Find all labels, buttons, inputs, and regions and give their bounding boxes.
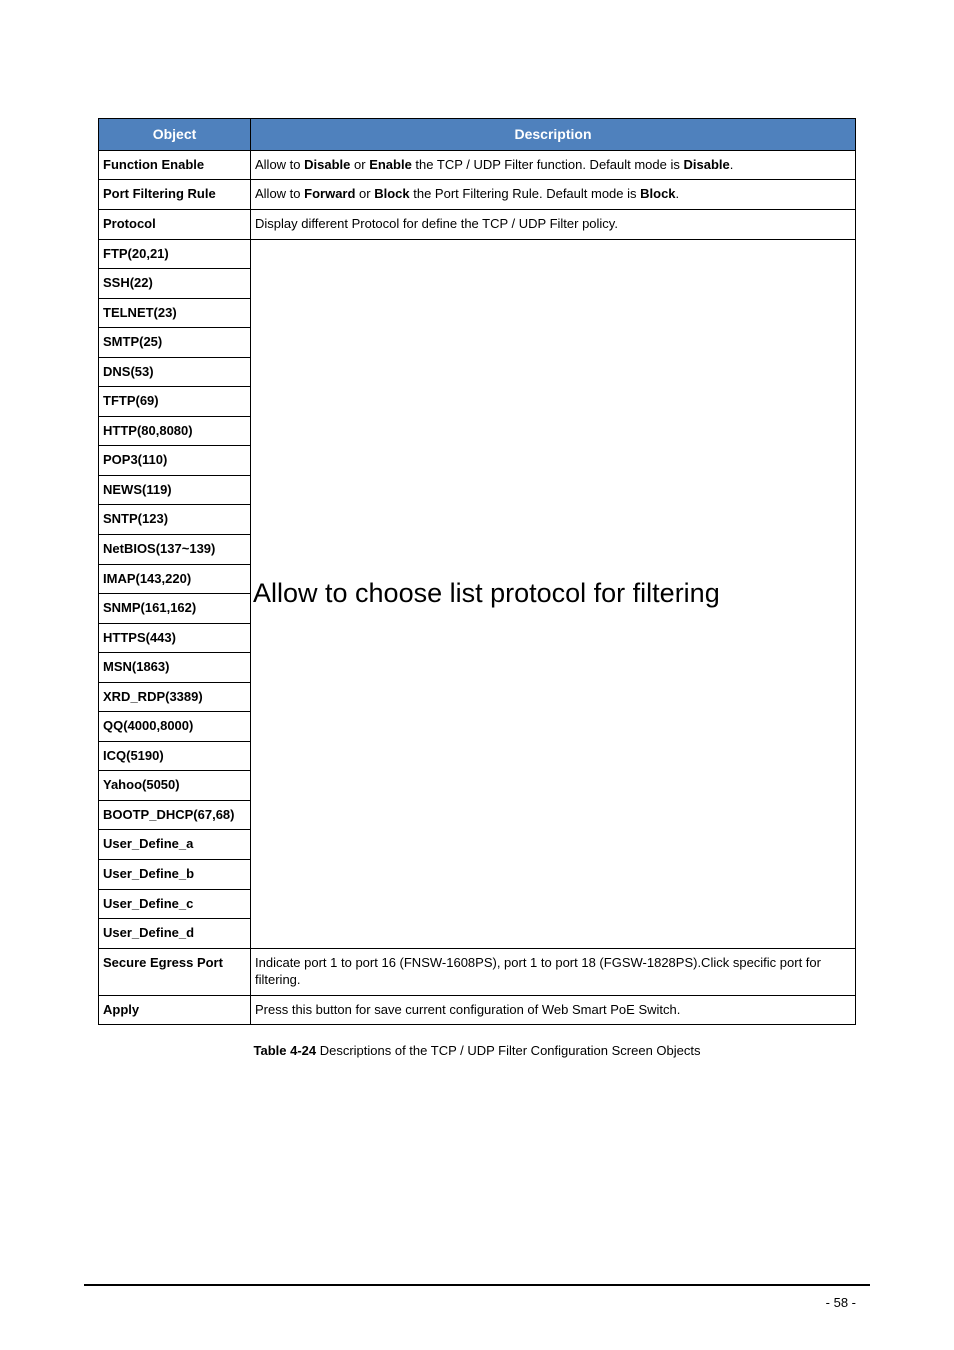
page-number: - 58 - bbox=[826, 1295, 856, 1310]
protocol-cell: NEWS(119) bbox=[99, 475, 251, 505]
protocol-cell: MSN(1863) bbox=[99, 653, 251, 683]
protocol-cell: User_Define_d bbox=[99, 919, 251, 949]
table-row: FTP(20,21)Allow to choose list protocol … bbox=[99, 239, 856, 269]
table-caption: Table 4-24 Descriptions of the TCP / UDP… bbox=[98, 1043, 856, 1058]
protocol-cell: TFTP(69) bbox=[99, 387, 251, 417]
protocol-cell: User_Define_b bbox=[99, 860, 251, 890]
protocol-cell: User_Define_c bbox=[99, 889, 251, 919]
description-cell: Allow to Disable or Enable the TCP / UDP… bbox=[251, 150, 856, 180]
description-cell: Allow to Forward or Block the Port Filte… bbox=[251, 180, 856, 210]
caption-rest: Descriptions of the TCP / UDP Filter Con… bbox=[316, 1043, 700, 1058]
object-cell: Port Filtering Rule bbox=[99, 180, 251, 210]
protocol-cell: QQ(4000,8000) bbox=[99, 712, 251, 742]
description-cell: Press this button for save current confi… bbox=[251, 995, 856, 1025]
page-content: ObjectDescriptionFunction EnableAllow to… bbox=[0, 0, 954, 1058]
table-row: Port Filtering RuleAllow to Forward or B… bbox=[99, 180, 856, 210]
protocol-cell: NetBIOS(137~139) bbox=[99, 535, 251, 565]
protocol-cell: BOOTP_DHCP(67,68) bbox=[99, 800, 251, 830]
table-row: ApplyPress this button for save current … bbox=[99, 995, 856, 1025]
protocol-cell: ICQ(5190) bbox=[99, 741, 251, 771]
protocol-cell: FTP(20,21) bbox=[99, 239, 251, 269]
object-cell: Apply bbox=[99, 995, 251, 1025]
protocol-cell: TELNET(23) bbox=[99, 298, 251, 328]
description-cell: Display different Protocol for define th… bbox=[251, 209, 856, 239]
object-cell: Secure Egress Port bbox=[99, 948, 251, 995]
protocol-cell: User_Define_a bbox=[99, 830, 251, 860]
object-cell: Function Enable bbox=[99, 150, 251, 180]
config-table: ObjectDescriptionFunction EnableAllow to… bbox=[98, 118, 856, 1025]
protocol-cell: SNTP(123) bbox=[99, 505, 251, 535]
protocol-cell: XRD_RDP(3389) bbox=[99, 682, 251, 712]
protocol-cell: SSH(22) bbox=[99, 269, 251, 299]
table-row: Secure Egress PortIndicate port 1 to por… bbox=[99, 948, 856, 995]
protocol-cell: POP3(110) bbox=[99, 446, 251, 476]
protocol-description: Allow to choose list protocol for filter… bbox=[251, 239, 856, 948]
header-object: Object bbox=[99, 119, 251, 151]
protocol-cell: HTTP(80,8080) bbox=[99, 416, 251, 446]
header-description: Description bbox=[251, 119, 856, 151]
object-cell: Protocol bbox=[99, 209, 251, 239]
caption-bold: Table 4-24 bbox=[253, 1043, 316, 1058]
protocol-cell: IMAP(143,220) bbox=[99, 564, 251, 594]
table-row: Function EnableAllow to Disable or Enabl… bbox=[99, 150, 856, 180]
protocol-cell: DNS(53) bbox=[99, 357, 251, 387]
protocol-cell: SNMP(161,162) bbox=[99, 594, 251, 624]
protocol-cell: SMTP(25) bbox=[99, 328, 251, 358]
footer-rule bbox=[84, 1284, 870, 1286]
protocol-cell: HTTPS(443) bbox=[99, 623, 251, 653]
description-cell: Indicate port 1 to port 16 (FNSW-1608PS)… bbox=[251, 948, 856, 995]
table-row: ProtocolDisplay different Protocol for d… bbox=[99, 209, 856, 239]
protocol-cell: Yahoo(5050) bbox=[99, 771, 251, 801]
